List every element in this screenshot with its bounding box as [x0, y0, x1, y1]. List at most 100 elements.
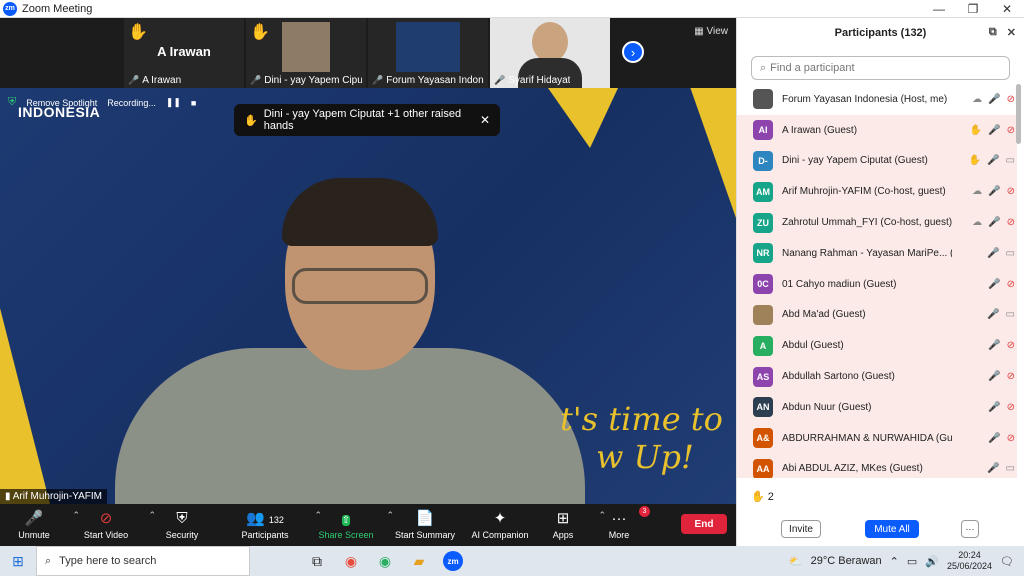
mute-all-button[interactable]: Mute All [865, 520, 919, 538]
participants-button[interactable]: 👥 132 Participants ⌃ [220, 504, 322, 546]
pause-icon[interactable]: ❚❚ [166, 97, 181, 108]
thumbnail-tile[interactable]: 🎤 Syarif Hidayat [490, 18, 610, 88]
slogan-line: t's time to [560, 400, 723, 438]
participant-row[interactable]: 0C 01 Cahyo madiun (Guest) 🎤 ⊘ [737, 268, 1017, 300]
participant-row[interactable]: AI A Irawan (Guest) ✋ 🎤 ⊘ [737, 114, 1017, 146]
mic-off-icon[interactable]: 🎤 [988, 94, 1000, 105]
raised-hand-icon: ✋ [128, 24, 148, 41]
remove-spotlight-button[interactable]: Remove Spotlight [26, 98, 97, 108]
start-video-button[interactable]: ⊘ Start Video ⌃ [68, 504, 156, 546]
raised-hand-icon[interactable]: ✋ [970, 125, 982, 136]
mic-off-icon[interactable]: 🎤 [988, 371, 1000, 382]
stop-icon[interactable]: ■ [191, 98, 196, 108]
close-button[interactable]: ✕ [990, 0, 1024, 18]
participant-row[interactable]: A Abdul (Guest) 🎤 ⊘ [737, 330, 1017, 362]
security-button[interactable]: ⛨ Security [144, 504, 220, 546]
tile-name: A Irawan [142, 75, 182, 86]
mic-icon[interactable]: 🎤 [987, 248, 999, 259]
close-icon[interactable]: ✕ [480, 113, 490, 127]
participant-name: Zahrotul Ummah_FYI (Co-host, guest) [782, 217, 952, 229]
volume-icon[interactable]: 🔊 [925, 555, 939, 568]
mic-off-icon: 🎤 [128, 75, 140, 85]
video-off-icon[interactable]: ⊘ [1007, 433, 1015, 444]
minimize-button[interactable]: — [922, 0, 956, 18]
chrome-icon[interactable]: ◉ [334, 546, 368, 576]
weather-icon[interactable]: ⛅ [789, 555, 803, 568]
video-icon[interactable]: ▭ [1006, 248, 1015, 259]
windows-start-icon[interactable]: ⊞ [0, 553, 36, 570]
share-screen-button[interactable]: ⇧ Share Screen ⌃ [310, 504, 394, 546]
participant-status-icons: ✋ 🎤 ⊘ [970, 125, 1015, 136]
apps-button[interactable]: ⊞ Apps ⌃ [532, 504, 606, 546]
mic-off-icon[interactable]: 🎤 [988, 340, 1000, 351]
video-off-icon[interactable]: ⊘ [1007, 279, 1015, 290]
video-off-icon[interactable]: ⊘ [1007, 94, 1015, 105]
taskbar-clock[interactable]: 20:24 25/06/2024 [947, 550, 992, 572]
more-options-button[interactable]: ··· [961, 520, 979, 538]
mic-off-icon[interactable]: 🎤 [988, 279, 1000, 290]
participant-search-input[interactable]: ⌕ Find a participant [751, 56, 1010, 80]
battery-icon[interactable]: ▭ [907, 555, 917, 568]
mic-off-icon[interactable]: 🎤 [988, 402, 1000, 413]
mic-icon[interactable]: 🎤 [988, 217, 1000, 228]
view-button[interactable]: ▦ View [694, 26, 728, 37]
participant-row[interactable]: Abd Ma'ad (Guest) 🎤 ▭ [737, 299, 1017, 331]
window-titlebar: zm Zoom Meeting — ❐ ✕ [0, 0, 1024, 18]
cloud-icon[interactable]: ☁ [972, 186, 982, 197]
raised-hands-banner[interactable]: ✋ Dini - yay Yapem Ciputat +1 other rais… [234, 104, 500, 136]
thumbnail-tile[interactable]: ✋ A Irawan 🎤 A Irawan [124, 18, 244, 88]
video-off-icon[interactable]: ⊘ [1007, 371, 1015, 382]
video-icon[interactable]: ▭ [1006, 309, 1015, 320]
taskbar-search-input[interactable]: ⌕ Type here to search [36, 546, 250, 576]
chrome-profile-icon[interactable]: ◉ [368, 546, 402, 576]
mic-off-icon[interactable]: 🎤 [987, 463, 999, 474]
thumbnail-tile[interactable]: 🎤 Forum Yayasan Indon... [368, 18, 488, 88]
participant-row[interactable]: AS Abdullah Sartono (Guest) 🎤 ⊘ [737, 361, 1017, 392]
end-meeting-button[interactable]: End [681, 514, 727, 534]
cloud-icon[interactable]: ☁ [972, 94, 982, 105]
window-title: Zoom Meeting [22, 2, 93, 15]
start-summary-button[interactable]: 📄 Start Summary [382, 504, 468, 546]
cloud-icon[interactable]: ☁ [972, 217, 982, 228]
notification-icon[interactable]: 🗨 [1000, 555, 1014, 568]
task-view-icon[interactable]: ⧉ [300, 546, 334, 576]
thumbnail-tile[interactable]: ✋ 🎤Dini - yay Yapem Ciputat [246, 18, 366, 88]
zoom-taskbar-icon[interactable]: zm [436, 546, 470, 576]
video-off-icon[interactable]: ⊘ [1007, 125, 1015, 136]
scrollbar[interactable] [1016, 84, 1021, 144]
participant-row[interactable]: D- Dini - yay Yapem Ciputat (Guest) ✋ 🎤 ▭ [737, 145, 1017, 177]
security-label: Security [165, 530, 199, 540]
participant-row[interactable]: A& ABDURRAHMAN & NURWAHIDA (Guest) 🎤 ⊘ [737, 422, 1017, 454]
weather-text[interactable]: 29°C Berawan [811, 555, 882, 567]
participant-row[interactable]: ZU Zahrotul Ummah_FYI (Co-host, guest) ☁ 🎤 ⊘ [737, 207, 1017, 238]
mic-off-icon[interactable]: 🎤 [988, 125, 1000, 136]
participant-row[interactable]: Forum Yayasan Indonesia (Host, me) ☁ 🎤 ⊘ [737, 84, 1017, 115]
video-off-icon[interactable]: ⊘ [1007, 186, 1015, 197]
decor-shape [0, 308, 50, 504]
close-icon[interactable]: ✕ [1007, 26, 1016, 39]
invite-button[interactable]: Invite [781, 520, 821, 538]
raised-hands-text: Dini - yay Yapem Ciputat +1 other raised… [263, 108, 462, 132]
participant-row[interactable]: AA Abi ABDUL AZIZ, MKes (Guest) 🎤 ▭ [737, 453, 1017, 478]
mic-off-icon[interactable]: 🎤 [987, 309, 999, 320]
file-explorer-icon[interactable]: ▰ [402, 546, 436, 576]
video-off-icon[interactable]: ⊘ [1007, 217, 1015, 228]
restore-button[interactable]: ❐ [956, 0, 990, 18]
participant-row[interactable]: AN Abdun Nuur (Guest) 🎤 ⊘ [737, 391, 1017, 423]
chevron-right-icon[interactable]: › [622, 41, 644, 63]
mic-off-icon[interactable]: 🎤 [987, 155, 999, 166]
mic-off-icon[interactable]: 🎤 [988, 433, 1000, 444]
video-off-icon[interactable]: ⊘ [1007, 340, 1015, 351]
video-icon[interactable]: ▭ [1006, 463, 1015, 474]
pop-out-icon[interactable]: ⧉ [989, 26, 997, 39]
unmute-button[interactable]: 🎤 Unmute ⌃ [0, 504, 80, 546]
more-button[interactable]: ··· More 3 [594, 504, 650, 546]
chevron-up-icon[interactable]: ⌃ [890, 555, 899, 568]
raised-hand-icon[interactable]: ✋ [969, 155, 981, 166]
participant-row[interactable]: AM Arif Muhrojin-YAFIM (Co-host, guest) ☁ 🎤… [737, 176, 1017, 208]
ai-companion-button[interactable]: ✦ AI Companion [468, 504, 532, 546]
video-off-icon[interactable]: ⊘ [1007, 402, 1015, 413]
participant-row[interactable]: NR Nanang Rahman - Yayasan MariPe... (Gue… [737, 237, 1017, 269]
video-icon[interactable]: ▭ [1006, 155, 1015, 166]
mic-icon[interactable]: 🎤 [988, 186, 1000, 197]
